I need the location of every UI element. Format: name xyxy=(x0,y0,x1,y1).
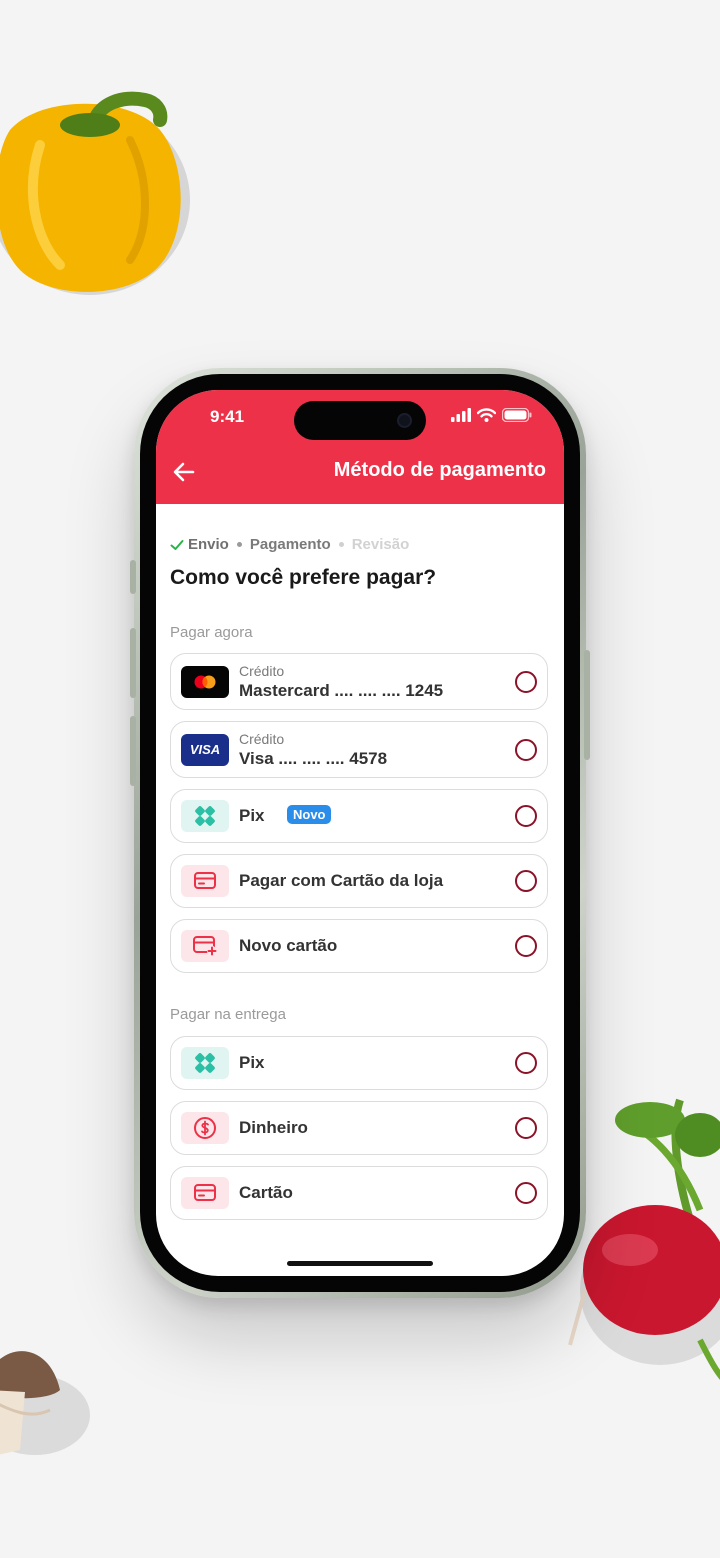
option-text: Crédito Mastercard .... .... .... 1245 xyxy=(239,662,444,700)
option-new-card[interactable]: Novo cartão xyxy=(170,919,548,973)
status-icons xyxy=(451,408,532,422)
status-time: 9:41 xyxy=(210,407,245,426)
pix-icon xyxy=(181,800,229,832)
volume-down-button xyxy=(130,716,136,786)
option-text: Novo cartão xyxy=(239,936,338,955)
option-mastercard[interactable]: Crédito Mastercard .... .... .... 1245 xyxy=(170,653,548,710)
check-icon xyxy=(170,539,184,550)
radio-mastercard[interactable] xyxy=(515,670,537,693)
volume-up-button xyxy=(130,628,136,698)
step-pagamento: Pagamento xyxy=(249,536,331,553)
back-button[interactable] xyxy=(170,458,198,486)
app-header: 9:41 Método de pagamento xyxy=(156,390,564,504)
page-title: Método de pagamento xyxy=(333,459,546,481)
option-visa[interactable]: VISA Crédito Visa .... .... .... 4578 xyxy=(170,721,548,778)
home-indicator[interactable] xyxy=(287,1261,433,1266)
radio-pix[interactable] xyxy=(515,805,537,827)
section-label-pay-on-delivery: Pagar na entrega xyxy=(170,1006,286,1023)
card-icon xyxy=(181,1177,229,1209)
phone-screen: 9:41 Método de pagamento Envio Pagamento… xyxy=(156,390,564,1276)
option-pix[interactable]: Pix Novo xyxy=(170,789,548,843)
action-button xyxy=(130,560,136,594)
checkout-stepper: Envio Pagamento Revisão xyxy=(170,536,409,553)
camera-icon xyxy=(397,413,412,428)
option-store-card[interactable]: Pagar com Cartão da loja xyxy=(170,854,548,908)
power-button xyxy=(584,650,590,760)
step-envio: Envio xyxy=(170,536,229,553)
wifi-icon xyxy=(477,408,496,422)
radio-delivery-pix[interactable] xyxy=(515,1052,537,1074)
radio-delivery-card[interactable] xyxy=(515,1182,537,1204)
dynamic-island xyxy=(294,401,426,440)
card-icon xyxy=(181,865,229,897)
option-delivery-card[interactable]: Cartão xyxy=(170,1166,548,1220)
option-text: Dinheiro xyxy=(239,1118,308,1137)
radio-store-card[interactable] xyxy=(515,870,537,892)
option-delivery-pix[interactable]: Pix xyxy=(170,1036,548,1090)
step-separator xyxy=(338,542,344,547)
option-text: Pix xyxy=(239,1053,265,1072)
payment-question: Como você prefere pagar? xyxy=(170,566,437,589)
section-label-pay-now: Pagar agora xyxy=(170,624,253,641)
option-text: Pagar com Cartão da loja xyxy=(239,871,444,890)
pix-icon xyxy=(181,1047,229,1079)
visa-icon: VISA xyxy=(181,733,229,766)
new-badge: Novo xyxy=(286,805,332,824)
arrow-left-icon xyxy=(173,462,195,482)
radio-cash[interactable] xyxy=(515,1117,537,1139)
radio-new-card[interactable] xyxy=(515,935,537,957)
mastercard-icon xyxy=(181,665,229,698)
mushroom-image xyxy=(0,1351,90,1455)
radio-visa[interactable] xyxy=(515,738,537,761)
option-text: Crédito Visa .... .... .... 4578 xyxy=(239,730,388,768)
option-cash[interactable]: Dinheiro xyxy=(170,1101,548,1155)
card-plus-icon xyxy=(181,930,229,962)
battery-icon xyxy=(502,408,532,422)
option-text: Pix Novo xyxy=(239,805,332,827)
option-text: Cartão xyxy=(239,1183,293,1202)
step-separator xyxy=(236,542,242,547)
step-revisao: Revisão xyxy=(351,536,410,553)
dollar-icon xyxy=(181,1112,229,1144)
yellow-pepper-image xyxy=(0,91,190,295)
signal-icon xyxy=(451,408,471,422)
